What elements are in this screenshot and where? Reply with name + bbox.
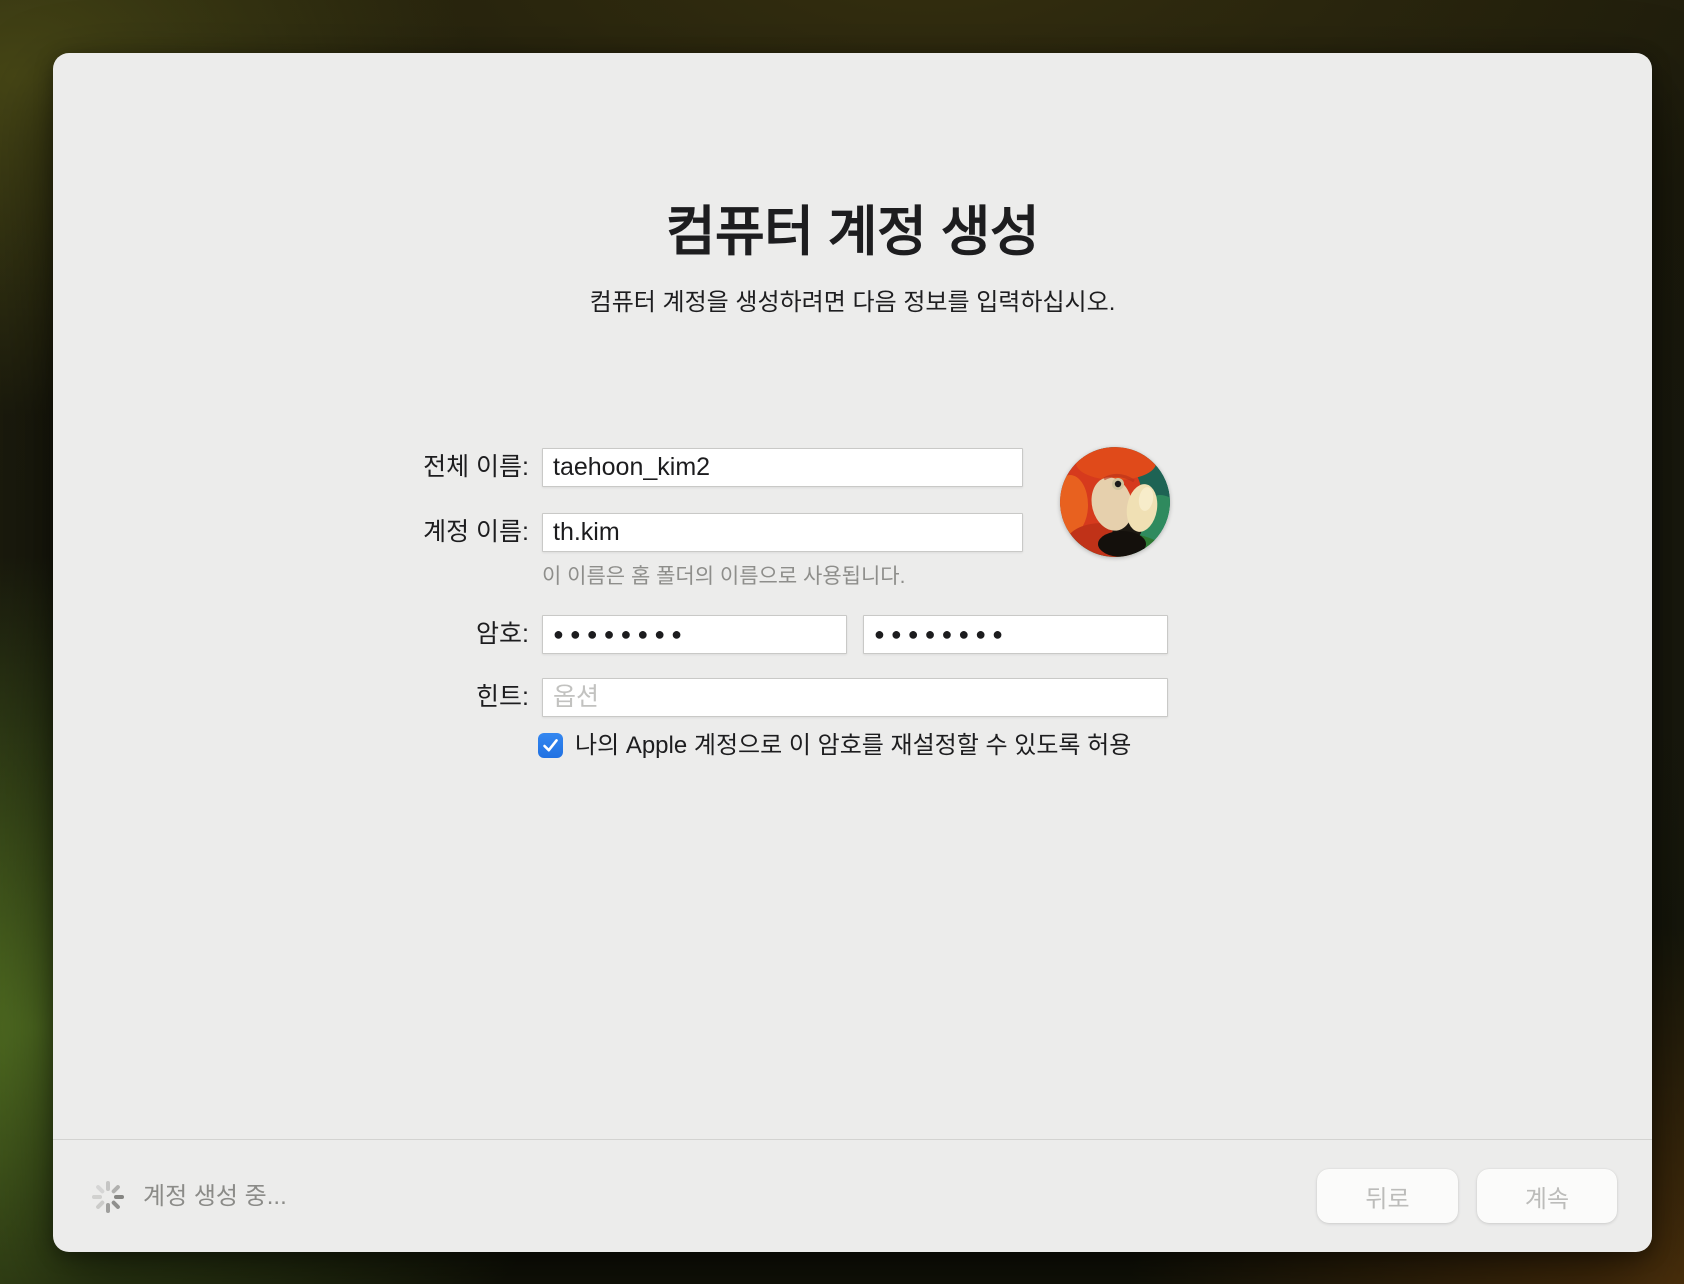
progress-spinner-icon [91,1180,125,1214]
apple-reset-label[interactable]: 나의 Apple 계정으로 이 암호를 재설정할 수 있도록 허용 [575,732,1131,760]
password-input[interactable] [542,615,847,654]
create-account-dialog: 컴퓨터 계정 생성 컴퓨터 계정을 생성하려면 다음 정보를 입력하십시오. 전… [53,53,1652,1252]
parrot-avatar-image [1060,447,1170,557]
full-name-input[interactable] [542,448,1023,487]
setup-background: 컴퓨터 계정 생성 컴퓨터 계정을 생성하려면 다음 정보를 입력하십시오. 전… [0,0,1684,1284]
full-name-label: 전체 이름: [229,448,529,487]
hint-input[interactable] [542,678,1168,717]
page-title: 컴퓨터 계정 생성 [53,187,1652,266]
checkmark-icon [542,737,559,754]
account-name-helper: 이 이름은 홈 폴더의 이름으로 사용됩니다. [542,560,905,590]
password-verify-input[interactable] [863,615,1168,654]
account-name-label: 계정 이름: [229,513,529,552]
footer-separator [53,1139,1652,1140]
continue-button[interactable]: 계속 [1477,1169,1617,1223]
hint-label: 힌트: [229,678,529,717]
apple-reset-checkbox[interactable] [538,733,563,758]
account-avatar[interactable] [1060,447,1170,557]
account-name-input[interactable] [542,513,1023,552]
status-text: 계정 생성 중... [143,1183,287,1211]
password-label: 암호: [229,615,529,654]
page-subtitle: 컴퓨터 계정을 생성하려면 다음 정보를 입력하십시오. [53,282,1652,317]
back-button[interactable]: 뒤로 [1317,1169,1458,1223]
